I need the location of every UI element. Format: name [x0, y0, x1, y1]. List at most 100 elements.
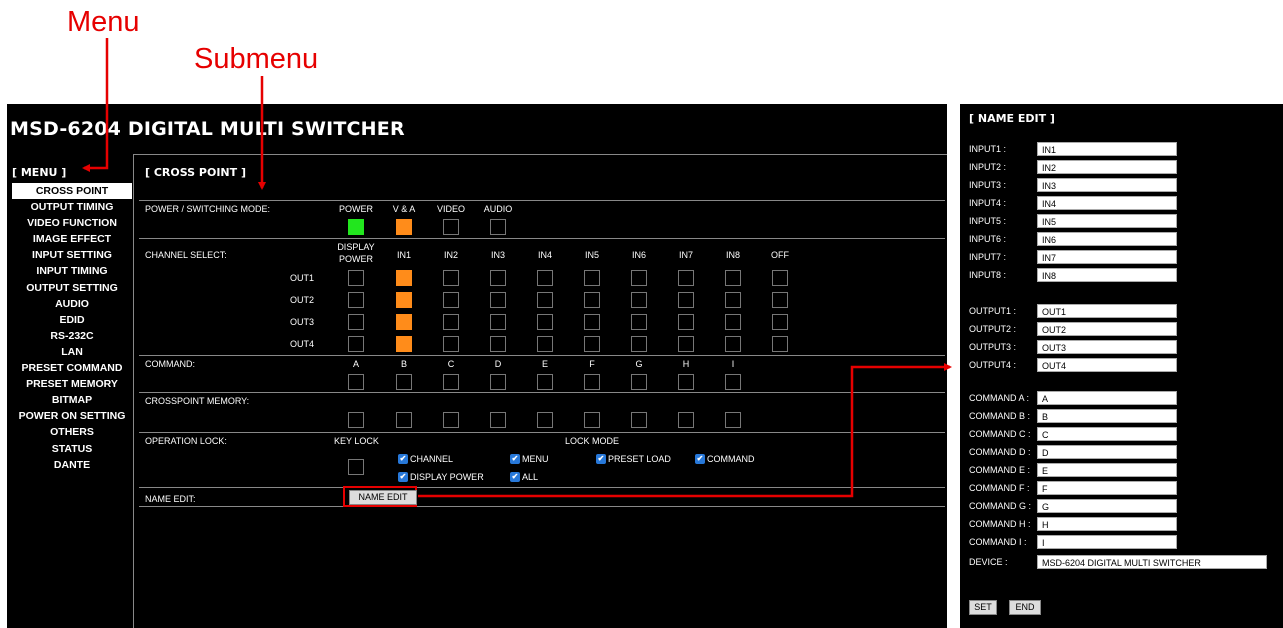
input5-field[interactable]: IN5 — [1037, 214, 1177, 228]
menu-item-output-timing[interactable]: OUTPUT TIMING — [12, 199, 132, 215]
lock-check-menu-checkbox[interactable]: ✔ — [510, 454, 520, 464]
channel-box-out2-in3[interactable] — [490, 292, 506, 308]
power-mode-box-video[interactable] — [443, 219, 459, 235]
input8-field[interactable]: IN8 — [1037, 268, 1177, 282]
menu-item-preset-memory[interactable]: PRESET MEMORY — [12, 376, 132, 392]
menu-item-cross-point[interactable]: CROSS POINT — [12, 183, 132, 200]
power-mode-box-power[interactable] — [348, 219, 364, 235]
command-d-field[interactable]: D — [1037, 445, 1177, 459]
lock-check-command[interactable]: ✔ COMMAND — [695, 454, 755, 464]
menu-item-audio[interactable]: AUDIO — [12, 296, 132, 312]
command-box-d[interactable] — [490, 374, 506, 390]
input6-field[interactable]: IN6 — [1037, 232, 1177, 246]
channel-box-out3-in5[interactable] — [584, 314, 600, 330]
channel-box-out4-in1[interactable] — [396, 336, 412, 352]
channel-box-out1-in5[interactable] — [584, 270, 600, 286]
command-a-field[interactable]: A — [1037, 391, 1177, 405]
channel-box-out4-in3[interactable] — [490, 336, 506, 352]
channel-box-out2-off[interactable] — [772, 292, 788, 308]
output4-field[interactable]: OUT4 — [1037, 358, 1177, 372]
channel-box-out2-in1[interactable] — [396, 292, 412, 308]
input2-field[interactable]: IN2 — [1037, 160, 1177, 174]
output1-field[interactable]: OUT1 — [1037, 304, 1177, 318]
menu-item-input-setting[interactable]: INPUT SETTING — [12, 247, 132, 263]
display-power-box-out1[interactable] — [348, 270, 364, 286]
end-button[interactable]: END — [1009, 600, 1041, 615]
memory-box-9[interactable] — [725, 412, 741, 428]
menu-item-dante[interactable]: DANTE — [12, 457, 132, 473]
command-box-g[interactable] — [631, 374, 647, 390]
memory-box-1[interactable] — [348, 412, 364, 428]
channel-box-out3-in2[interactable] — [443, 314, 459, 330]
menu-item-others[interactable]: OTHERS — [12, 424, 132, 440]
channel-box-out1-in7[interactable] — [678, 270, 694, 286]
channel-box-out2-in2[interactable] — [443, 292, 459, 308]
channel-box-out1-off[interactable] — [772, 270, 788, 286]
channel-box-out3-in7[interactable] — [678, 314, 694, 330]
channel-box-out3-in8[interactable] — [725, 314, 741, 330]
menu-item-lan[interactable]: LAN — [12, 344, 132, 360]
display-power-box-out3[interactable] — [348, 314, 364, 330]
command-box-e[interactable] — [537, 374, 553, 390]
channel-box-out1-in3[interactable] — [490, 270, 506, 286]
lock-check-channel-checkbox[interactable]: ✔ — [398, 454, 408, 464]
memory-box-4[interactable] — [490, 412, 506, 428]
channel-box-out4-in7[interactable] — [678, 336, 694, 352]
channel-box-out4-in5[interactable] — [584, 336, 600, 352]
channel-box-out2-in8[interactable] — [725, 292, 741, 308]
command-c-field[interactable]: C — [1037, 427, 1177, 441]
input4-field[interactable]: IN4 — [1037, 196, 1177, 210]
device-field[interactable]: MSD-6204 DIGITAL MULTI SWITCHER — [1037, 555, 1267, 569]
menu-item-preset-command[interactable]: PRESET COMMAND — [12, 360, 132, 376]
memory-box-2[interactable] — [396, 412, 412, 428]
channel-box-out3-in3[interactable] — [490, 314, 506, 330]
lock-check-channel[interactable]: ✔ CHANNEL — [398, 454, 453, 464]
lock-check-preset-load-checkbox[interactable]: ✔ — [596, 454, 606, 464]
command-f-field[interactable]: F — [1037, 481, 1177, 495]
channel-box-out3-off[interactable] — [772, 314, 788, 330]
menu-item-rs-232c[interactable]: RS-232C — [12, 328, 132, 344]
memory-box-7[interactable] — [631, 412, 647, 428]
channel-box-out1-in8[interactable] — [725, 270, 741, 286]
memory-box-8[interactable] — [678, 412, 694, 428]
command-e-field[interactable]: E — [1037, 463, 1177, 477]
memory-box-6[interactable] — [584, 412, 600, 428]
lock-check-display-power-checkbox[interactable]: ✔ — [398, 472, 408, 482]
channel-box-out4-in2[interactable] — [443, 336, 459, 352]
lock-check-all[interactable]: ✔ ALL — [510, 472, 538, 482]
lock-check-menu[interactable]: ✔ MENU — [510, 454, 549, 464]
channel-box-out3-in4[interactable] — [537, 314, 553, 330]
command-i-field[interactable]: I — [1037, 535, 1177, 549]
channel-box-out4-in8[interactable] — [725, 336, 741, 352]
channel-box-out4-in4[interactable] — [537, 336, 553, 352]
channel-box-out4-in6[interactable] — [631, 336, 647, 352]
command-box-i[interactable] — [725, 374, 741, 390]
channel-box-out2-in4[interactable] — [537, 292, 553, 308]
input1-field[interactable]: IN1 — [1037, 142, 1177, 156]
command-box-f[interactable] — [584, 374, 600, 390]
display-power-box-out2[interactable] — [348, 292, 364, 308]
channel-box-out3-in6[interactable] — [631, 314, 647, 330]
power-mode-box-audio[interactable] — [490, 219, 506, 235]
menu-item-output-setting[interactable]: OUTPUT SETTING — [12, 280, 132, 296]
channel-box-out2-in5[interactable] — [584, 292, 600, 308]
channel-box-out1-in2[interactable] — [443, 270, 459, 286]
command-box-b[interactable] — [396, 374, 412, 390]
menu-item-edid[interactable]: EDID — [12, 312, 132, 328]
memory-box-3[interactable] — [443, 412, 459, 428]
command-h-field[interactable]: H — [1037, 517, 1177, 531]
channel-box-out1-in6[interactable] — [631, 270, 647, 286]
memory-box-5[interactable] — [537, 412, 553, 428]
channel-box-out2-in6[interactable] — [631, 292, 647, 308]
lock-check-all-checkbox[interactable]: ✔ — [510, 472, 520, 482]
name-edit-button[interactable]: NAME EDIT — [349, 490, 417, 505]
menu-item-video-function[interactable]: VIDEO FUNCTION — [12, 215, 132, 231]
command-g-field[interactable]: G — [1037, 499, 1177, 513]
menu-item-input-timing[interactable]: INPUT TIMING — [12, 263, 132, 279]
menu-item-image-effect[interactable]: IMAGE EFFECT — [12, 231, 132, 247]
input7-field[interactable]: IN7 — [1037, 250, 1177, 264]
command-box-a[interactable] — [348, 374, 364, 390]
channel-box-out4-off[interactable] — [772, 336, 788, 352]
output3-field[interactable]: OUT3 — [1037, 340, 1177, 354]
channel-box-out1-in4[interactable] — [537, 270, 553, 286]
